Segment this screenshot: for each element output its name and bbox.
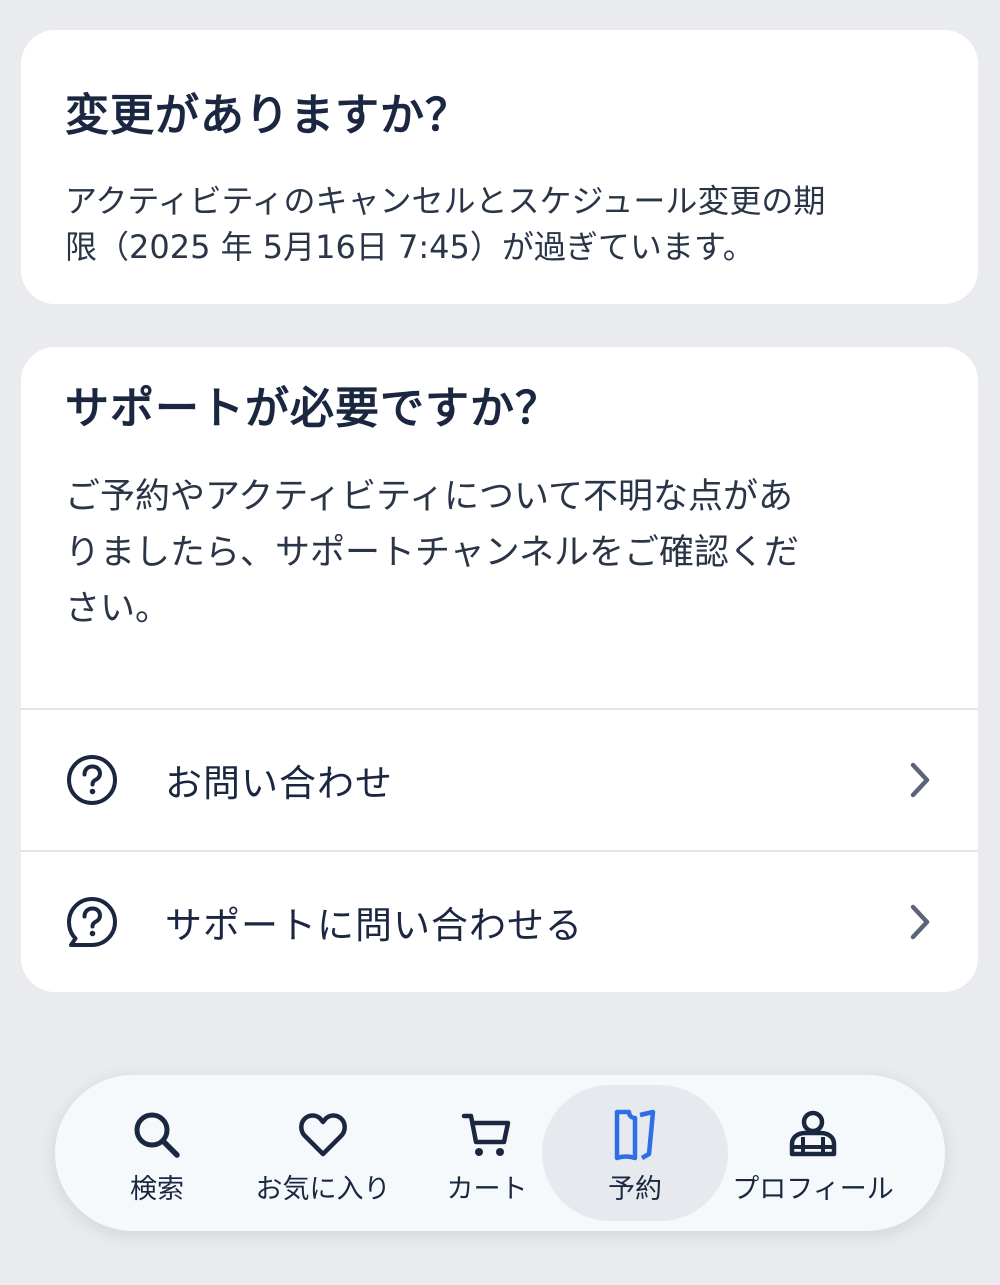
nav-item-search-label: 検索 xyxy=(130,1174,184,1205)
contact-support-row[interactable]: サポートに問い合わせる xyxy=(21,850,978,992)
support-card-text-line2: りましたら、サポートチャンネルをご確認くだ xyxy=(65,533,799,573)
profile-icon xyxy=(789,1110,837,1157)
contact-support-row-label: サポートに問い合わせる xyxy=(165,904,583,947)
cart-icon xyxy=(461,1113,511,1156)
support-card-title: サポートが必要ですか？ xyxy=(65,383,560,434)
support-card-text: ご予約やアクティビティについて不明な点があ りましたら、サポートチャンネルをご確… xyxy=(65,469,934,637)
nav-item-profile[interactable]: プロフィール xyxy=(731,1075,895,1231)
support-card-text-line1: ご予約やアクティビティについて不明な点があ xyxy=(65,477,794,517)
question-bubble-icon xyxy=(67,897,117,947)
nav-item-cart-label: カート xyxy=(446,1174,528,1205)
nav-item-cart[interactable]: カート xyxy=(441,1075,533,1231)
change-card-text-line2: 限（2025 年 5月16日 7:45）が過ぎています。 xyxy=(65,228,755,266)
ticket-icon xyxy=(614,1109,656,1161)
question-circle-icon xyxy=(67,755,117,805)
chevron-right-icon xyxy=(910,904,930,940)
support-card-header: サポートが必要ですか？ ご予約やアクティビティについて不明な点があ りましたら、… xyxy=(21,347,978,708)
change-card-title: 変更がありますか？ xyxy=(65,90,470,141)
chevron-right-icon xyxy=(910,762,930,798)
nav-item-profile-label: プロフィール xyxy=(732,1174,894,1205)
bottom-nav: 検索 お気に入り カート 予約 プロフィール xyxy=(55,1075,945,1231)
change-card-text: アクティビティのキャンセルとスケジュール変更の期 限（2025 年 5月16日 … xyxy=(65,178,934,270)
nav-item-bookings-label: 予約 xyxy=(608,1174,662,1205)
nav-item-favorites-label: お気に入り xyxy=(255,1174,391,1205)
nav-item-search[interactable]: 検索 xyxy=(111,1075,203,1231)
nav-item-bookings[interactable]: 予約 xyxy=(542,1075,728,1231)
nav-item-favorites[interactable]: お気に入り xyxy=(250,1075,396,1231)
change-card: 変更がありますか？ アクティビティのキャンセルとスケジュール変更の期 限（202… xyxy=(21,30,978,304)
contact-row-label: お問い合わせ xyxy=(165,762,393,805)
support-card-text-line3: さい。 xyxy=(65,589,171,629)
search-icon xyxy=(134,1112,180,1158)
contact-row[interactable]: お問い合わせ xyxy=(21,708,978,850)
heart-icon xyxy=(299,1113,347,1157)
change-card-text-line1: アクティビティのキャンセルとスケジュール変更の期 xyxy=(65,182,826,220)
support-card: サポートが必要ですか？ ご予約やアクティビティについて不明な点があ りましたら、… xyxy=(21,347,978,992)
